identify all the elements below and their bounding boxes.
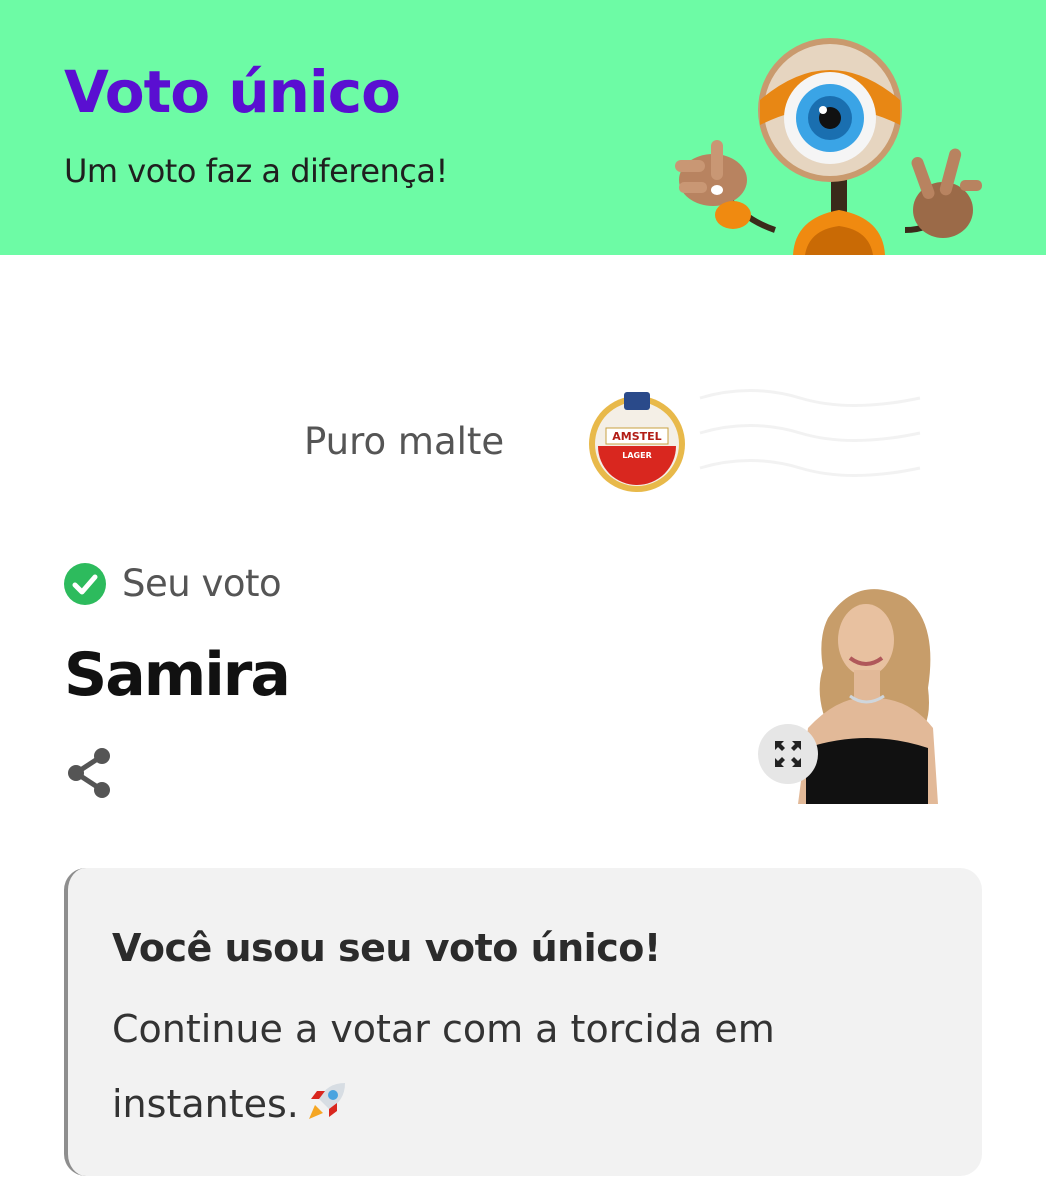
logo-text: AMSTEL: [612, 430, 661, 443]
info-title: Você usou seu voto único!: [112, 926, 661, 970]
header-banner: Voto único Um voto faz a diferença!: [0, 0, 1046, 255]
candidate-photo: [788, 578, 984, 804]
amstel-logo-icon: AMSTEL LAGER: [589, 392, 685, 492]
sponsor-decoration: [699, 389, 921, 477]
check-circle-icon: [64, 562, 106, 605]
expand-icon: [775, 741, 801, 767]
vote-status-label: Seu voto: [122, 562, 282, 605]
info-card: Você usou seu voto único! Continue a vot…: [64, 868, 982, 1176]
sponsor-text: Puro malte: [304, 420, 505, 463]
expand-button[interactable]: [758, 724, 818, 784]
info-text-content: Continue a votar com a torcida em instan…: [112, 1007, 775, 1126]
mascot-icon: [675, 38, 982, 255]
logo-subtext: LAGER: [622, 451, 651, 460]
vote-status: Seu voto: [64, 562, 282, 605]
page-title: Voto único: [64, 58, 401, 126]
rocket-icon: [308, 1083, 345, 1119]
page-subtitle: Um voto faz a diferença!: [64, 152, 448, 190]
candidate-name: Samira: [64, 640, 291, 710]
info-text: Continue a votar com a torcida em instan…: [112, 992, 852, 1142]
share-icon[interactable]: [64, 746, 116, 800]
